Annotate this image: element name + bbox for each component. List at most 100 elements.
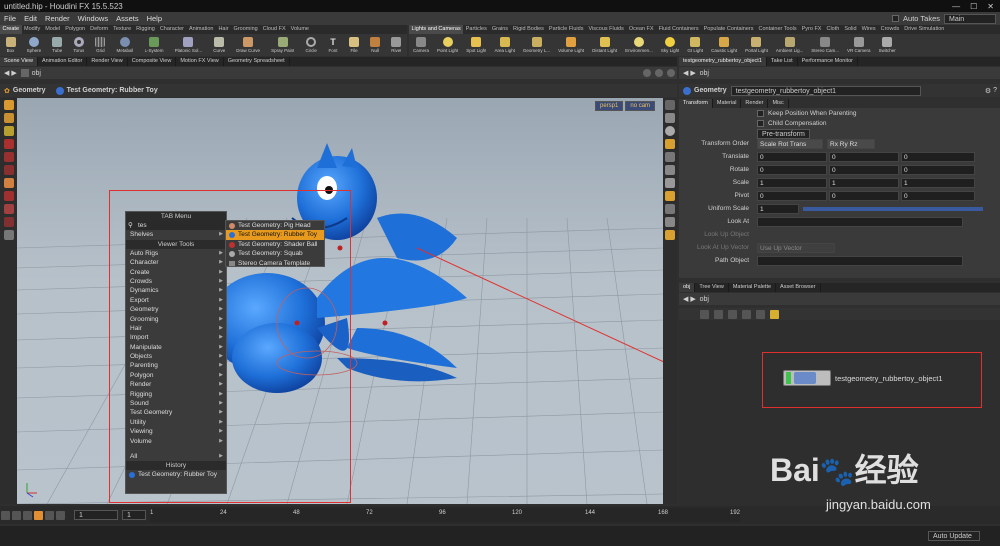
shelf-tab[interactable]: Polygon — [63, 25, 88, 34]
look-up-vector-select[interactable]: Use Up Vector — [757, 243, 835, 253]
tab-tree-view[interactable]: Tree View — [695, 283, 729, 292]
shelf-tab[interactable]: Cloth — [824, 25, 842, 34]
forward-icon[interactable]: ▶ — [690, 295, 695, 303]
menu-item[interactable]: Manipulate ▶ — [126, 343, 226, 352]
font-tool[interactable]: T Font — [328, 37, 338, 53]
menu-item[interactable]: Test Geometry ▶ — [126, 408, 226, 417]
shelf-tab[interactable]: Pyro FX — [799, 25, 824, 34]
display-flag-icon[interactable] — [786, 372, 791, 384]
tab-scene-view[interactable]: Scene View — [0, 57, 38, 66]
submenu-item-shader-ball[interactable]: Test Geometry: Shader Ball — [226, 240, 324, 249]
tab-asset-browser[interactable]: Asset Browser — [776, 283, 821, 292]
render-icon[interactable] — [665, 230, 675, 240]
tab-performance-monitor[interactable]: Performance Monitor — [798, 57, 858, 66]
tab-material-palette[interactable]: Material Palette — [729, 283, 777, 292]
translate-z[interactable]: 0 — [901, 152, 975, 162]
uniform-scale-slider[interactable] — [803, 207, 983, 211]
network-tool-icon[interactable] — [742, 309, 751, 319]
magnet-icon[interactable] — [3, 217, 14, 227]
torus-tool[interactable]: Torus — [73, 37, 84, 53]
menu-item[interactable]: Rigging ▶ — [126, 390, 226, 399]
scale-z[interactable]: 1 — [901, 178, 975, 188]
switcher-tool[interactable]: Switcher — [879, 37, 896, 53]
sphere-tool[interactable]: Sphere — [27, 37, 41, 53]
play-reverse-icon[interactable] — [23, 510, 32, 520]
start-frame-field[interactable]: 1 — [122, 510, 146, 520]
path-label[interactable]: obj — [700, 296, 709, 303]
shelf-tab[interactable]: Character — [157, 25, 186, 34]
rotate-y[interactable]: 0 — [829, 165, 899, 175]
persp-menu[interactable]: persp1 — [595, 101, 624, 111]
tab-take-list[interactable]: Take List — [767, 57, 798, 66]
grid-tool[interactable]: Grid — [95, 37, 106, 53]
network-tool-icon[interactable] — [714, 309, 723, 319]
menu-item[interactable]: Auto Rigs ▶ — [126, 249, 226, 258]
vr-camera-tool[interactable]: VR Camera — [847, 37, 871, 53]
shelf-tab[interactable]: Lights and Cameras — [409, 25, 464, 34]
search-input[interactable]: tes — [138, 222, 147, 229]
back-icon[interactable]: ◀ — [683, 295, 688, 303]
submenu-item-squab[interactable]: Test Geometry: Squab — [226, 249, 324, 258]
stereo-camera-tool[interactable]: Stereo Cam... — [811, 37, 839, 53]
shelf-tab[interactable]: Drive Simulation — [902, 25, 947, 34]
desktop-select[interactable]: Main — [944, 13, 996, 24]
point-light-tool[interactable]: Point Light — [437, 37, 458, 53]
menu-item-all[interactable]: All ▶ — [126, 452, 226, 461]
help-icon[interactable]: ? — [993, 87, 997, 95]
portal-light-tool[interactable]: Portal Light — [745, 37, 768, 53]
pivot-y[interactable]: 0 — [829, 191, 899, 201]
geometry-light-tool[interactable]: Geometry L... — [523, 37, 550, 53]
link-icon[interactable] — [655, 69, 663, 77]
rivet-tool[interactable]: Rivet — [391, 37, 401, 53]
translate-y[interactable]: 0 — [829, 152, 899, 162]
file-tool[interactable]: File — [349, 37, 360, 53]
pivot-z[interactable]: 0 — [901, 191, 975, 201]
shelf-tab[interactable]: Model — [43, 25, 63, 34]
circle-tool[interactable]: Circle — [305, 37, 317, 53]
submenu-item-pig-head[interactable]: Test Geometry: Pig Head — [226, 221, 324, 230]
pivot-x[interactable]: 0 — [757, 191, 827, 201]
shelf-tab[interactable]: Grooming — [231, 25, 260, 34]
shading-icon[interactable] — [665, 113, 675, 123]
geometry-node[interactable]: testgeometry_rubbertoy_object1 — [783, 370, 943, 386]
normals-icon[interactable] — [665, 217, 675, 227]
menu-item[interactable]: Sound ▶ — [126, 399, 226, 408]
gi-light-tool[interactable]: GI Light — [687, 37, 703, 53]
pin-icon[interactable] — [643, 69, 651, 77]
forward-icon[interactable]: ▶ — [690, 69, 695, 77]
timeline-ruler[interactable]: 1 24 48 72 96 120 144 168 192 — [150, 508, 740, 522]
menu-assets[interactable]: Assets — [112, 14, 143, 23]
select-icon[interactable] — [3, 100, 14, 110]
box-tool[interactable]: Box — [5, 37, 16, 53]
menu-edit[interactable]: Edit — [20, 14, 41, 23]
wire-icon[interactable] — [665, 204, 675, 214]
shelf-tab[interactable]: Rigid Bodies — [511, 25, 547, 34]
shelf-tab[interactable]: Container Tools — [756, 25, 799, 34]
grid-toggle-icon[interactable] — [665, 152, 675, 162]
camera-icon-vp[interactable] — [665, 139, 675, 149]
rotate-order-select[interactable]: Rx Ry Rz — [827, 139, 875, 149]
transform-order-select[interactable]: Scale Rot Trans — [757, 139, 823, 149]
transform-icon[interactable] — [3, 113, 14, 123]
shelf-tab[interactable]: Particles — [463, 25, 489, 34]
shelf-tab[interactable]: Ocean FX — [626, 25, 656, 34]
scale-x[interactable]: 1 — [757, 178, 827, 188]
path-label[interactable]: obj — [700, 70, 709, 77]
menu-item[interactable]: Objects ▶ — [126, 352, 226, 361]
rotate-icon[interactable] — [3, 165, 14, 175]
area-light-tool[interactable]: Area Light — [494, 37, 515, 53]
menu-render[interactable]: Render — [41, 14, 74, 23]
shelf-tab[interactable]: Animation — [186, 25, 215, 34]
help-icon[interactable] — [667, 69, 675, 77]
visibility-icon[interactable] — [665, 178, 675, 188]
display-icon[interactable] — [665, 100, 675, 110]
subtab-misc[interactable]: Misc — [768, 98, 789, 108]
first-frame-icon[interactable] — [1, 510, 10, 520]
prev-key-icon[interactable] — [12, 510, 21, 520]
path-label[interactable]: obj — [32, 70, 41, 77]
tab-geometry-spreadsheet[interactable]: Geometry Spreadsheet — [224, 57, 290, 66]
stop-icon[interactable] — [34, 510, 43, 520]
minimize-icon[interactable]: — — [952, 2, 960, 11]
menu-item[interactable]: Character ▶ — [126, 258, 226, 267]
menu-item[interactable]: Import ▶ — [126, 333, 226, 342]
